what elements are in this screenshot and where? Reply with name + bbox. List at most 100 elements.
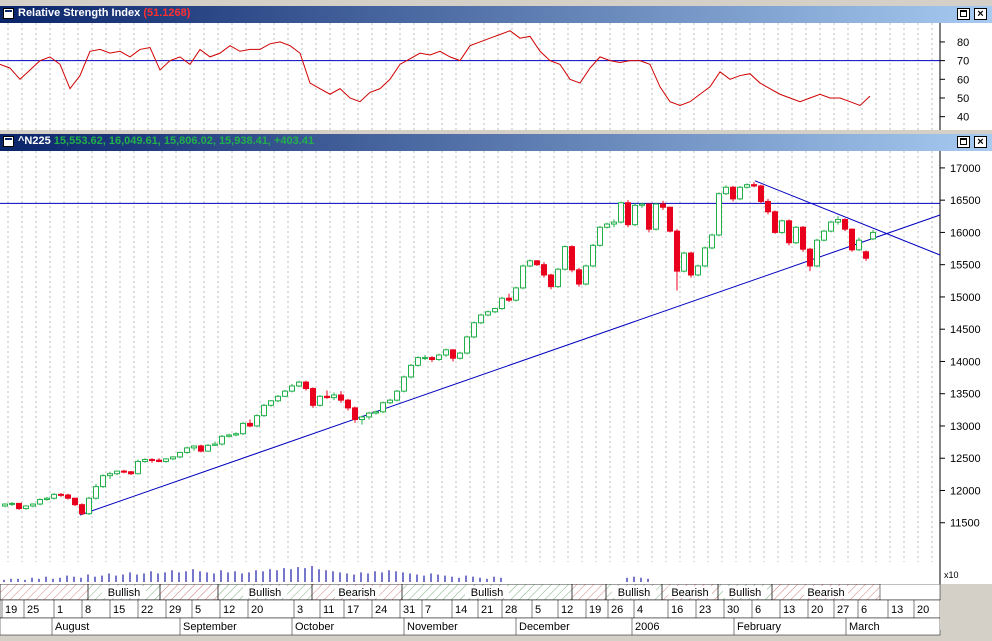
day-tick-label: 20	[251, 604, 263, 616]
price-y-tick-label: 15500	[950, 260, 981, 272]
day-tick-label: 5	[535, 604, 541, 616]
price-title-text: ^N225	[18, 135, 51, 147]
candle-body	[660, 203, 666, 208]
volume-chart: x10	[3, 562, 959, 584]
candle-body	[499, 297, 505, 310]
regime-region	[571, 583, 607, 601]
day-tick-label: 26	[611, 604, 623, 616]
window-menu-icon[interactable]	[3, 8, 14, 19]
candle-body	[772, 211, 778, 233]
regime-label: Bullish	[729, 587, 761, 599]
candle-body	[282, 390, 288, 397]
day-tick-label: 25	[27, 604, 39, 616]
regime-label: Bullish	[471, 587, 503, 599]
day-tick-label: 19	[5, 604, 17, 616]
regime-label: Bearish	[338, 587, 375, 599]
candle-body	[590, 244, 596, 267]
rsi-titlebar[interactable]: Relative Strength Index (51.1268) ×	[0, 6, 992, 23]
candle-body	[219, 435, 225, 445]
candle-body	[758, 185, 764, 202]
candle-body	[730, 186, 736, 200]
rsi-series-line	[0, 30, 871, 107]
regime-label: Bullish	[618, 587, 650, 599]
candle-body	[681, 252, 687, 272]
candle-body	[114, 470, 120, 475]
candle-body	[212, 443, 218, 446]
day-tick-label: 22	[141, 604, 153, 616]
price-y-tick-label: 12000	[950, 485, 981, 497]
rsi-y-tick-label: 40	[957, 112, 969, 124]
rsi-pane: Relative Strength Index (51.1268) × 40 50…	[0, 6, 992, 130]
candle-body	[723, 186, 729, 195]
month-tick-label: 2006	[635, 621, 659, 633]
candle-body	[471, 322, 477, 338]
candle-body	[765, 200, 771, 213]
candle-body	[205, 444, 211, 452]
candle-body	[149, 459, 155, 462]
close-icon[interactable]: ×	[974, 8, 987, 20]
volume-scale-label: x10	[944, 570, 959, 580]
candle-body	[170, 456, 176, 460]
candle-body	[849, 228, 855, 251]
candle-body	[58, 493, 64, 496]
price-titlebar[interactable]: ^N225 15,553.62, 16,049.61, 15,806.02, 1…	[0, 134, 992, 151]
candle-body	[37, 499, 43, 505]
candle-body	[639, 203, 645, 206]
candle-body	[366, 412, 372, 418]
day-tick-label: 13	[783, 604, 795, 616]
timeline-axis: Bullish Bullish Bearish Bullish Bullish Beari…	[0, 583, 992, 636]
month-tick-label: March	[849, 621, 880, 633]
month-tick-label: February	[737, 621, 782, 633]
candle-body	[716, 193, 722, 236]
candle-body	[870, 231, 876, 240]
candle-body	[72, 497, 78, 506]
day-tick-label: 1	[57, 604, 63, 616]
price-y-tick-label: 13500	[950, 389, 981, 401]
rsi-chart: 40 50 60 70 80	[0, 23, 969, 130]
candle-body	[814, 239, 820, 267]
candle-body	[233, 433, 239, 436]
candle-body	[513, 287, 519, 301]
candle-body	[604, 223, 610, 228]
candle-body	[184, 447, 190, 453]
candle-body	[324, 395, 330, 399]
candle-body	[198, 445, 204, 452]
day-tick-label: 5	[195, 604, 201, 616]
candle-body	[548, 274, 554, 288]
month-tick-label: November	[407, 621, 458, 633]
maximize-icon[interactable]	[957, 136, 970, 148]
day-tick-label: 12	[561, 604, 573, 616]
candle-body	[156, 459, 162, 462]
window-menu-icon[interactable]	[3, 136, 14, 147]
candle-body	[310, 388, 316, 406]
candle-body	[520, 265, 526, 289]
rsi-y-tick-label: 80	[957, 37, 969, 49]
maximize-icon[interactable]	[957, 8, 970, 20]
price-y-tick-label: 17000	[950, 163, 981, 175]
day-tick-label: 20	[811, 604, 823, 616]
candle-body	[100, 475, 106, 488]
candle-body	[576, 269, 582, 285]
day-tick-label: 6	[861, 604, 867, 616]
day-tick-label: 24	[375, 604, 387, 616]
candle-body	[779, 220, 785, 233]
horizontal-scrollbar[interactable]	[940, 600, 992, 630]
candle-body	[261, 404, 267, 417]
candle-body	[401, 376, 407, 392]
day-tick-label: 17	[347, 604, 359, 616]
day-tick-label: 23	[699, 604, 711, 616]
price-y-tick-label: 12500	[950, 453, 981, 465]
regime-region	[159, 583, 219, 601]
month-row	[0, 617, 941, 636]
day-tick-label: 12	[223, 604, 235, 616]
candle-body	[842, 219, 848, 230]
price-y-tick-label: 14500	[950, 324, 981, 336]
candle-body	[93, 486, 99, 499]
close-icon[interactable]: ×	[974, 136, 987, 148]
candle-body	[856, 239, 862, 251]
candle-body	[751, 184, 757, 187]
month-tick-label: December	[519, 621, 570, 633]
candle-body	[569, 246, 575, 271]
day-tick-label: 14	[455, 604, 467, 616]
candle-body	[541, 264, 547, 276]
